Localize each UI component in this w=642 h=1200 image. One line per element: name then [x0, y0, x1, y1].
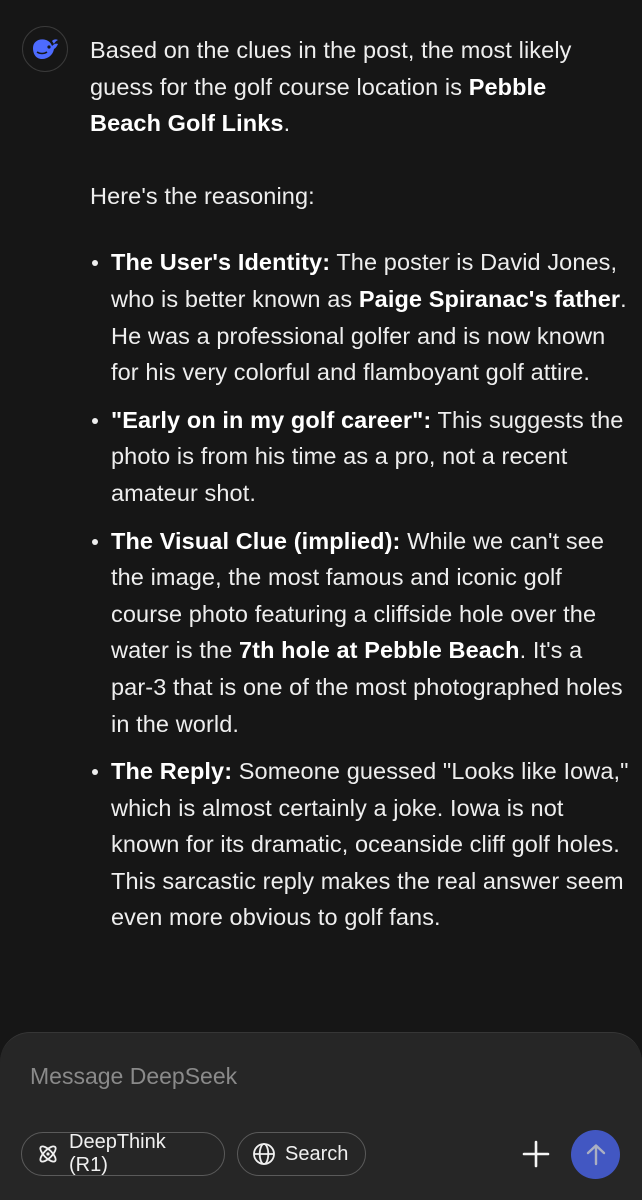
message-input[interactable] [30, 1063, 570, 1090]
point-title: The Visual Clue (implied): [111, 527, 401, 554]
assistant-avatar [22, 26, 68, 72]
point-title: The Reply: [111, 758, 233, 785]
reasoning-label: Here's the reasoning: [90, 182, 315, 209]
arrow-up-icon [586, 1143, 605, 1165]
send-button[interactable] [571, 1130, 620, 1179]
deepseek-whale-icon [33, 39, 58, 59]
attach-button[interactable] [516, 1134, 556, 1174]
globe-icon [252, 1142, 276, 1166]
deepthink-label: DeepThink (R1) [69, 1131, 166, 1176]
atom-icon [36, 1142, 60, 1166]
reasoning-list: The User's Identity: The poster is David… [90, 244, 630, 936]
search-label: Search [285, 1142, 349, 1165]
list-item: The User's Identity: The poster is David… [90, 244, 630, 390]
chat-screen: Based on the clues in the post, the most… [0, 0, 642, 1200]
deepthink-button[interactable]: DeepThink (R1) [21, 1131, 225, 1176]
intro-suffix: . [283, 110, 291, 137]
assistant-message: Based on the clues in the post, the most… [90, 32, 630, 947]
message-composer: DeepThink (R1) Search [0, 1032, 642, 1200]
point-title: "Early on in my golf career": [111, 406, 432, 433]
point-bold: 7th hole at Pebble Beach [239, 637, 520, 664]
point-title: The User's Identity: [111, 249, 331, 276]
intro-paragraph: Based on the clues in the post, the most… [90, 32, 622, 142]
plus-icon [522, 1140, 550, 1168]
point-bold: Paige Spiranac's father [358, 285, 621, 312]
list-item: The Reply: Someone guessed "Looks like I… [90, 753, 630, 936]
list-item: "Early on in my golf career": This sugge… [90, 402, 630, 512]
list-item: The Visual Clue (implied): While we can'… [90, 523, 630, 743]
search-button[interactable]: Search [237, 1132, 366, 1176]
